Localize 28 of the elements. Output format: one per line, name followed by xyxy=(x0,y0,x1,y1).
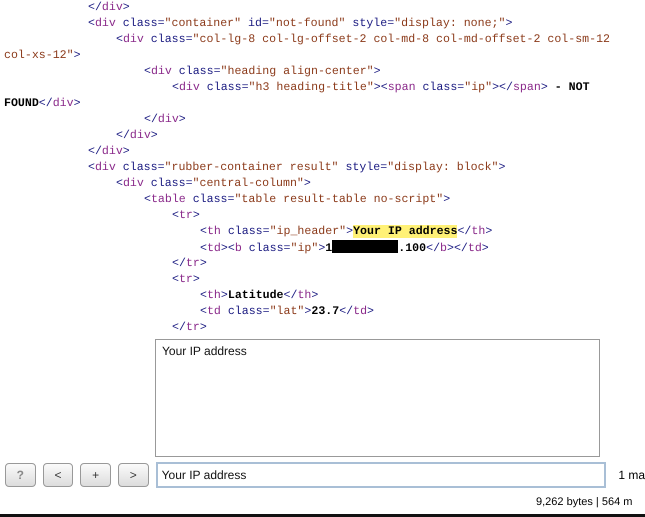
toolbar-button[interactable]: > xyxy=(118,463,149,487)
code-line: </div> xyxy=(144,113,186,126)
match-count: 1 ma xyxy=(618,468,645,482)
code-line: FOUND</div> xyxy=(4,97,81,110)
code-line: <div class="heading align-center"> xyxy=(144,65,381,78)
code-line: <div class="h3 heading-title"><span class="ip"></span> - NOT xyxy=(172,81,590,94)
code-line: </div> xyxy=(88,145,130,158)
code-line: col-xs-12"> xyxy=(4,49,81,62)
code-line: <th>Latitude</th> xyxy=(200,289,318,302)
code-line: </div> xyxy=(116,129,158,142)
code-line: <th class="ip_header">Your IP address</th> xyxy=(200,225,492,238)
code-line: <td class="lat">23.7</td> xyxy=(200,305,374,318)
code-line: <table class="table result-table no-script"> xyxy=(144,193,450,206)
toolbar-button[interactable]: + xyxy=(80,463,111,487)
status-text: 9,262 bytes | 564 m xyxy=(536,496,632,508)
code-line: <tr> xyxy=(172,273,200,286)
code-line: <div class="container" id="not-found" style="display: none;"> xyxy=(88,17,512,30)
preview-text: Your IP address xyxy=(162,344,247,358)
code-line: <div class="central-column"> xyxy=(116,177,311,190)
code-line: </tr> xyxy=(172,257,207,270)
code-line: </tr> xyxy=(172,321,207,334)
search-field[interactable]: Your IP address xyxy=(156,462,606,488)
toolbar-button[interactable]: < xyxy=(42,463,74,487)
code-line: <td><b class="ip">1 .100</b></td> xyxy=(200,242,489,255)
code-line: <div class="col-lg-8 col-lg-offset-2 col-md-8 col-md-offset-2 col-sm-12 xyxy=(116,33,610,46)
code-line: <tr> xyxy=(172,209,200,222)
code-line: <div class="rubber-container result" style="display: block"> xyxy=(88,161,506,174)
code-line: </div> xyxy=(88,1,130,14)
